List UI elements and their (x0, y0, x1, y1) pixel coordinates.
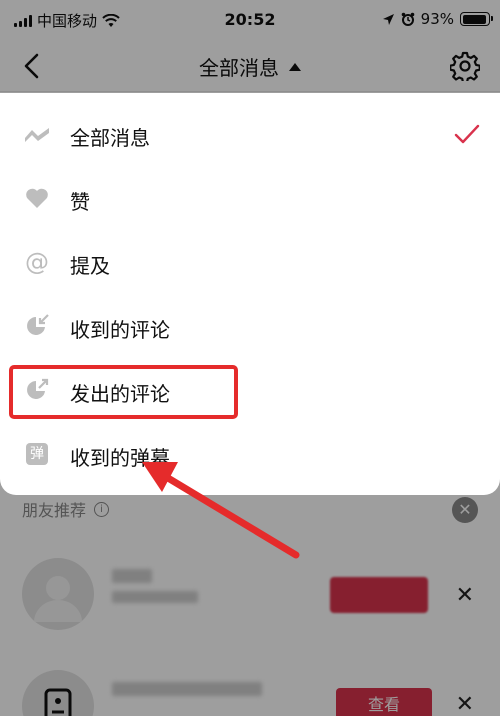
menu-item-label: 提及 (70, 254, 110, 278)
comment-in-icon (24, 313, 50, 339)
menu-item-all-messages[interactable]: 全部消息 (0, 109, 500, 159)
menu-item-label: 收到的评论 (70, 318, 170, 342)
wave-icon (24, 121, 50, 147)
menu-item-label: 收到的弹幕 (70, 446, 170, 470)
danmu-icon-glyph: 弹 (26, 443, 48, 465)
danmu-icon: 弹 (24, 441, 50, 467)
heart-icon (24, 185, 50, 211)
message-filter-menu: 全部消息 赞 @ 提及 收到的评论 发出的评论 弹 收到的弹幕 (0, 93, 500, 495)
menu-item-received-danmu[interactable]: 弹 收到的弹幕 (0, 429, 500, 479)
at-icon: @ (25, 248, 49, 276)
menu-item-label: 赞 (70, 190, 90, 214)
menu-item-received-comments[interactable]: 收到的评论 (0, 301, 500, 351)
menu-item-mentions[interactable]: @ 提及 (0, 237, 500, 287)
check-icon (454, 124, 480, 144)
menu-item-likes[interactable]: 赞 (0, 173, 500, 223)
annotation-highlight-box (9, 365, 238, 419)
menu-item-label: 全部消息 (70, 126, 150, 150)
